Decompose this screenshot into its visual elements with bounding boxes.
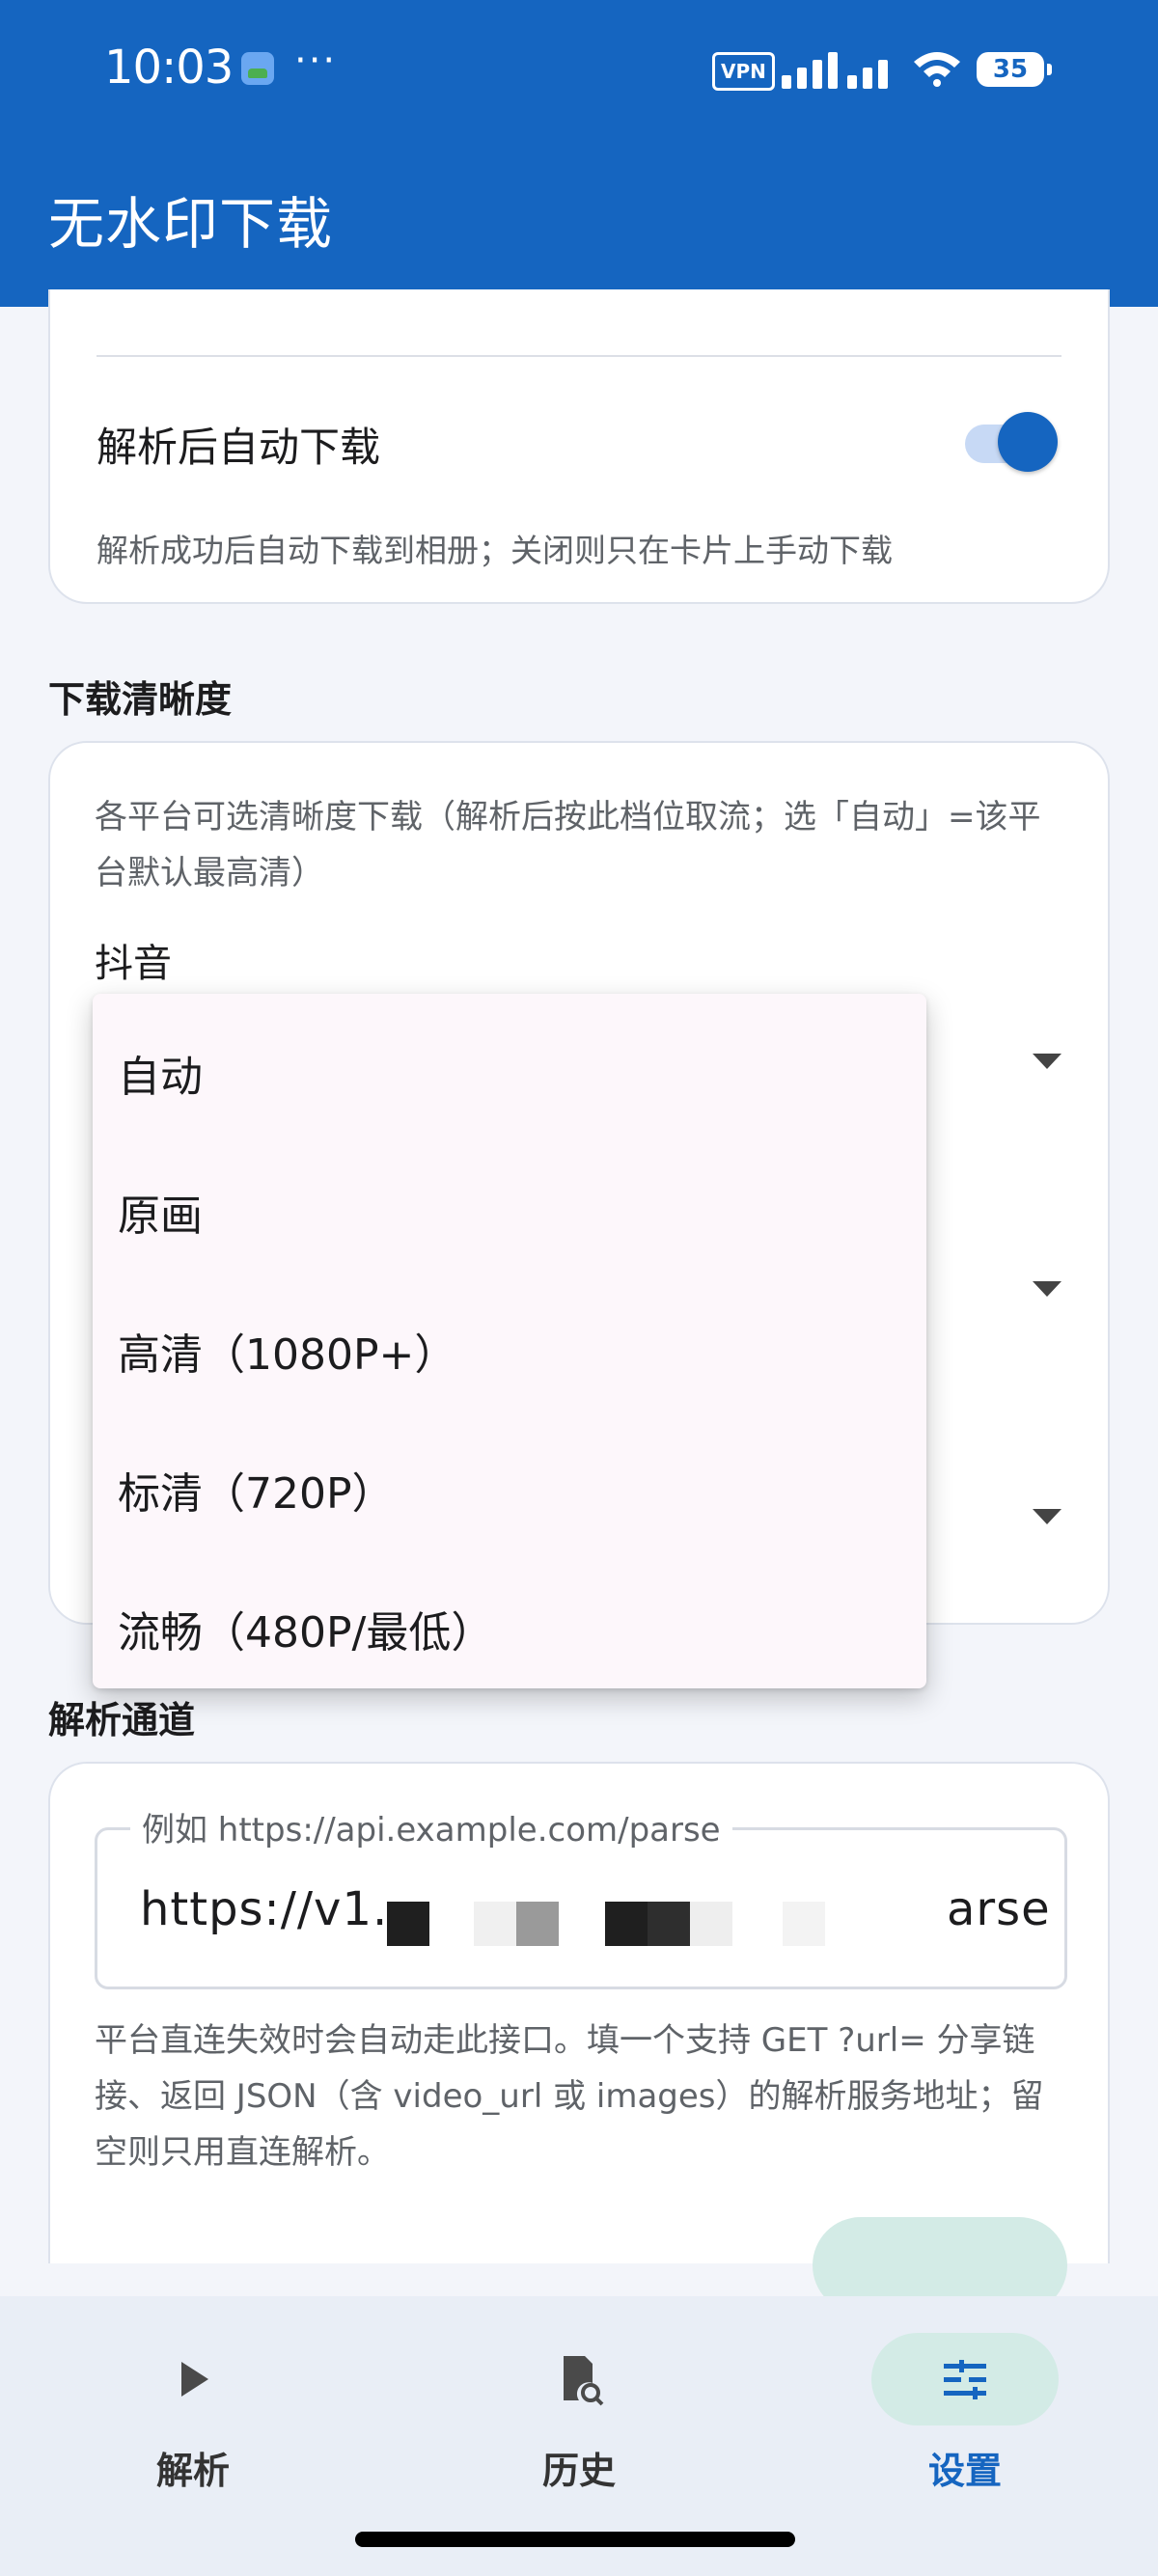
- platform-label-douyin: 抖音: [95, 942, 172, 986]
- nav-item-history[interactable]: 历史: [386, 2296, 772, 2492]
- api-url-label: 例如 https://api.example.com/parse: [130, 1803, 732, 1850]
- dropdown-arrow-icon[interactable]: [1033, 1281, 1062, 1297]
- app-title: 无水印下载: [48, 191, 334, 257]
- quality-dropdown-menu: 自动 原画 高清（1080P+） 标清（720P） 流畅（480P/最低）: [93, 994, 926, 1688]
- menu-item-sd[interactable]: 标清（720P）: [118, 1459, 395, 1521]
- switch-thumb[interactable]: [998, 412, 1058, 472]
- nav-label-settings: 设置: [927, 2450, 1002, 2492]
- wifi-icon: [914, 52, 960, 87]
- menu-item-auto[interactable]: 自动: [118, 1042, 203, 1104]
- battery-icon: 35: [977, 52, 1052, 87]
- redaction-mask: [387, 1902, 429, 1946]
- more-notifications-icon: ···: [294, 39, 338, 83]
- auto-download-subtitle: 解析成功后自动下载到相册；关闭则只在卡片上手动下载: [96, 532, 893, 569]
- history-icon: [564, 2356, 604, 2406]
- home-indicator[interactable]: [355, 2532, 795, 2547]
- menu-item-original[interactable]: 原画: [118, 1181, 203, 1243]
- gallery-notification-icon: [241, 52, 274, 85]
- play-icon: [181, 2362, 208, 2397]
- channel-section-label: 解析通道: [48, 1699, 196, 1741]
- menu-item-hd[interactable]: 高清（1080P+）: [118, 1320, 456, 1382]
- nav-label-history: 历史: [541, 2450, 616, 2492]
- redaction-mask: [648, 1902, 690, 1946]
- auto-download-title: 解析后自动下载: [96, 424, 381, 471]
- dropdown-arrow-icon[interactable]: [1033, 1054, 1062, 1069]
- app-header: 10:03 ··· VPN 35 无水印下载: [0, 0, 1158, 307]
- redaction-mask: [474, 1902, 516, 1946]
- redaction-mask: [690, 1902, 732, 1946]
- api-url-value-start: https://v1.: [140, 1882, 389, 1936]
- quality-section-label: 下载清晰度: [48, 678, 233, 721]
- menu-item-smooth[interactable]: 流畅（480P/最低）: [118, 1598, 493, 1659]
- nav-item-settings[interactable]: 设置: [772, 2296, 1158, 2492]
- settings-icon: [944, 2360, 986, 2399]
- channel-description: 平台直连失效时会自动走此接口。填一个支持 GET ?url= 分享链接、返回 J…: [95, 2021, 1044, 2172]
- api-url-value-end: arse: [947, 1882, 1051, 1936]
- dropdown-arrow-icon[interactable]: [1033, 1509, 1062, 1524]
- nav-item-parse[interactable]: 解析: [0, 2296, 386, 2492]
- divider: [96, 355, 1062, 357]
- auto-download-card: 解析后自动下载 解析成功后自动下载到相册；关闭则只在卡片上手动下载: [48, 289, 1110, 604]
- redaction-mask: [605, 1902, 648, 1946]
- channel-card: 例如 https://api.example.com/parse https:/…: [48, 1762, 1110, 2314]
- nav-label-parse: 解析: [155, 2450, 230, 2492]
- signal-icon: [782, 50, 897, 89]
- api-url-input[interactable]: 例如 https://api.example.com/parse https:/…: [95, 1803, 1067, 1989]
- status-time: 10:03: [104, 41, 234, 95]
- redaction-mask: [783, 1902, 825, 1946]
- redaction-mask: [516, 1902, 559, 1946]
- quality-description: 各平台可选清晰度下载（解析后按此档位取流；选「自动」=该平台默认最高清）: [95, 798, 1041, 892]
- vpn-icon: VPN: [712, 52, 775, 91]
